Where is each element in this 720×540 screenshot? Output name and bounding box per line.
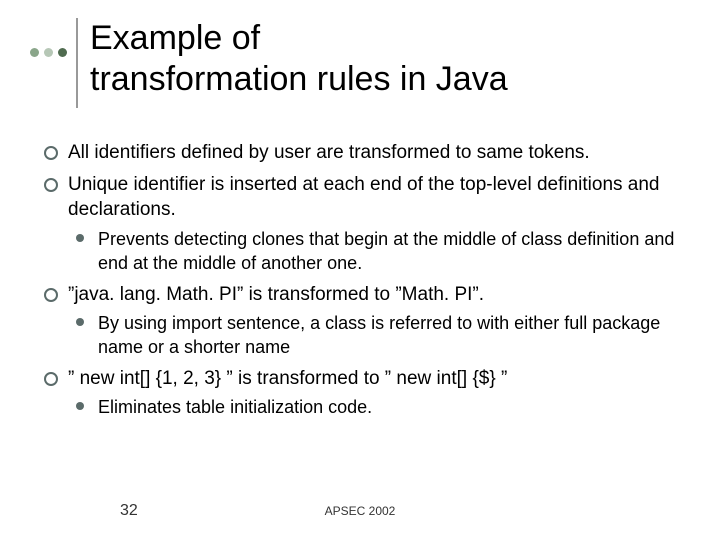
sub-list: By using import sentence, a class is ref… (68, 311, 680, 360)
bullet-text: Unique identifier is inserted at each en… (68, 174, 660, 221)
sub-list: Prevents detecting clones that begin at … (68, 227, 680, 276)
list-item: All identifiers defined by user are tran… (40, 140, 680, 166)
list-item: Eliminates table initialization code. (68, 395, 680, 419)
bullet-text: ”java. lang. Math. PI” is transformed to… (68, 284, 484, 305)
conference-label: APSEC 2002 (325, 504, 396, 518)
dot-icon (30, 48, 39, 57)
bullet-text: Eliminates table initialization code. (98, 397, 372, 417)
list-item: Unique identifier is inserted at each en… (40, 172, 680, 276)
bullet-text: Prevents detecting clones that begin at … (98, 229, 674, 273)
title-decoration (30, 48, 72, 57)
slide: Example of transformation rules in Java … (0, 0, 720, 540)
slide-body: All identifiers defined by user are tran… (40, 140, 680, 426)
list-item: ” new int[] {1, 2, 3} ” is transformed t… (40, 366, 680, 420)
list-item: By using import sentence, a class is ref… (68, 311, 680, 360)
bullet-text: All identifiers defined by user are tran… (68, 142, 590, 163)
page-number: 32 (120, 502, 138, 520)
dot-icon (44, 48, 53, 57)
list-item: Prevents detecting clones that begin at … (68, 227, 680, 276)
dot-icon (58, 48, 67, 57)
sub-list: Eliminates table initialization code. (68, 395, 680, 419)
list-item: ”java. lang. Math. PI” is transformed to… (40, 282, 680, 360)
bullet-list: All identifiers defined by user are tran… (40, 140, 680, 420)
vertical-rule-icon (76, 18, 78, 108)
title-area: Example of transformation rules in Java (30, 18, 690, 108)
bullet-text: By using import sentence, a class is ref… (98, 313, 660, 357)
slide-title: Example of transformation rules in Java (90, 18, 508, 100)
bullet-text: ” new int[] {1, 2, 3} ” is transformed t… (68, 368, 507, 389)
